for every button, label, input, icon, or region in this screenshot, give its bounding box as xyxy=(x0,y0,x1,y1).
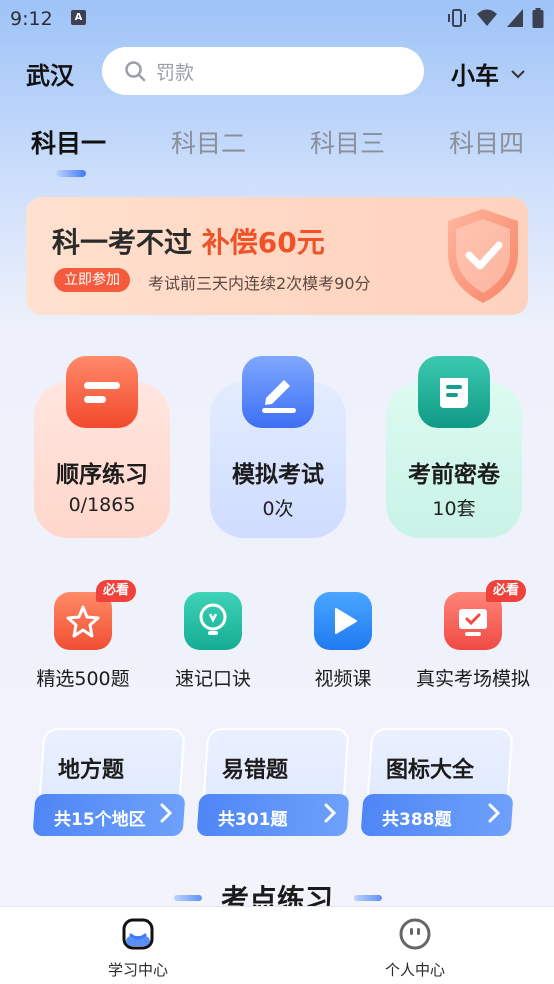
error-prone-card[interactable]: 易错题 共301题 xyxy=(196,728,350,838)
banner-title-plain: 科一考不过 xyxy=(52,226,193,259)
card-title: 考前密卷 xyxy=(408,462,500,488)
status-icons xyxy=(446,8,544,28)
chevron-down-icon xyxy=(511,69,525,78)
tab-subject-2[interactable]: 科目二 xyxy=(171,124,246,160)
banner-description: 考试前三天内连续2次模考90分 xyxy=(148,274,371,293)
shortcut-label: 真实考场模拟 xyxy=(415,668,530,690)
shortcut-label: 精选500题 xyxy=(36,668,130,690)
learning-center-icon xyxy=(122,918,154,950)
must-see-badge: 必看 xyxy=(486,580,527,602)
card-title: 模拟考试 xyxy=(232,462,324,488)
notification-icon: A xyxy=(71,10,86,25)
category-title: 易错题 xyxy=(222,758,289,783)
section-decoration-right xyxy=(354,895,382,901)
vibrate-icon xyxy=(448,9,466,27)
wifi-icon xyxy=(477,9,497,26)
category-count: 共301题 xyxy=(218,810,288,830)
join-now-button[interactable]: 立即参加 xyxy=(54,268,130,292)
shortcut-label: 视频课 xyxy=(314,668,372,690)
category-count: 共388题 xyxy=(382,810,452,830)
play-icon xyxy=(314,592,372,650)
nav-label: 学习中心 xyxy=(107,961,168,979)
tab-subject-1[interactable]: 科目一 xyxy=(31,124,106,160)
monitor-icon: 必看 xyxy=(444,580,527,650)
bottom-nav: 学习中心 个人中心 xyxy=(0,906,554,984)
category-count: 共15个地区 xyxy=(54,810,146,830)
search-input[interactable]: 罚款 xyxy=(102,47,424,95)
shortcut-selected-500[interactable]: 必看 精选500题 xyxy=(18,580,148,691)
shortcut-label: 速记口诀 xyxy=(174,668,251,690)
search-icon xyxy=(125,61,146,82)
chevron-right-icon xyxy=(160,803,172,823)
app-screen: 9:12 A 武汉 罚款 小车 科目一 科目二 科目三 科目四 科一考不过 补偿… xyxy=(0,0,554,984)
scroll-icon xyxy=(418,356,490,428)
shortcut-mnemonics[interactable]: 速记口诀 xyxy=(148,592,278,691)
card-title: 顺序练习 xyxy=(56,462,148,488)
card-value: 0次 xyxy=(262,498,294,520)
tab-indicator xyxy=(56,170,86,177)
signal-icon xyxy=(507,9,523,27)
category-title: 图标大全 xyxy=(386,758,475,783)
shortcut-real-exam-sim[interactable]: 必看 真实考场模拟 xyxy=(408,580,538,691)
tab-subject-3[interactable]: 科目三 xyxy=(310,124,385,160)
vehicle-type-selector[interactable]: 小车 xyxy=(451,56,525,91)
search-placeholder: 罚款 xyxy=(156,61,195,84)
battery-icon xyxy=(532,8,544,28)
lightbulb-icon xyxy=(184,592,242,650)
local-questions-card[interactable]: 地方题 共15个地区 xyxy=(32,728,186,838)
tab-subject-4[interactable]: 科目四 xyxy=(449,124,524,160)
card-value: 0/1865 xyxy=(68,494,136,516)
vehicle-type-label: 小车 xyxy=(451,62,499,90)
nav-learning-center[interactable]: 学习中心 xyxy=(78,917,198,980)
subject-tabs: 科目一 科目二 科目三 科目四 xyxy=(0,124,554,164)
city-selector[interactable]: 武汉 xyxy=(26,56,74,91)
status-bar: 9:12 A xyxy=(0,0,554,38)
status-time: 9:12 xyxy=(10,8,53,30)
nav-personal-center[interactable]: 个人中心 xyxy=(355,917,475,980)
pencil-icon xyxy=(242,356,314,428)
chevron-right-icon xyxy=(324,803,336,823)
personal-center-icon xyxy=(399,918,431,950)
promo-banner[interactable]: 科一考不过 补偿60元 立即参加 考试前三天内连续2次模考90分 xyxy=(26,197,528,315)
list-icon xyxy=(66,356,138,428)
card-value: 10套 xyxy=(432,498,476,520)
banner-title-highlight: 补偿60元 xyxy=(201,226,325,259)
sign-catalog-card[interactable]: 图标大全 共388题 xyxy=(360,728,514,838)
shortcut-video-course[interactable]: 视频课 xyxy=(278,592,408,691)
shield-check-icon xyxy=(448,209,518,303)
must-see-badge: 必看 xyxy=(96,580,137,602)
chevron-right-icon xyxy=(488,803,500,823)
category-title: 地方题 xyxy=(58,758,125,783)
nav-label: 个人中心 xyxy=(384,961,445,979)
banner-title: 科一考不过 补偿60元 xyxy=(52,221,325,261)
star-icon: 必看 xyxy=(54,580,137,650)
